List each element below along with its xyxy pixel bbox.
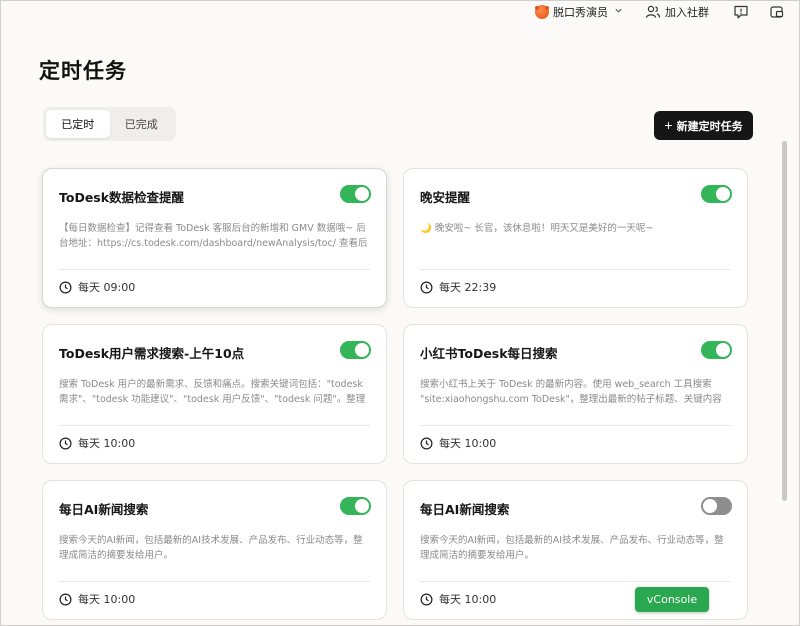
task-description: 搜索今天的AI新闻，包括最新的AI技术发展、产品发布、行业动态等，整理成简洁的摘… (59, 535, 363, 561)
join-community-button[interactable]: 加入社群 (645, 4, 709, 20)
task-card[interactable]: ToDesk数据检查提醒 【每日数据检查】记得查看 ToDesk 客服后台的新增… (42, 168, 387, 308)
task-schedule: 每天 10:00 (420, 591, 496, 607)
task-time: 每天 10:00 (439, 593, 497, 606)
user-name: 脱口秀演员 (553, 6, 608, 19)
app-window: 脱口秀演员 加入社群 定时任务 已定时 已完成 + 新建定时任务 ToDesk数… (0, 0, 800, 626)
scrollbar[interactable] (782, 141, 787, 501)
new-task-button[interactable]: + 新建定时任务 (654, 111, 753, 140)
vconsole-button[interactable]: vConsole (635, 587, 709, 612)
window-icon[interactable] (769, 4, 785, 20)
feedback-icon[interactable] (733, 4, 749, 20)
page-title: 定时任务 (39, 59, 127, 83)
clock-icon (59, 593, 72, 605)
tab-scheduled[interactable]: 已定时 (46, 110, 110, 138)
task-time: 每天 10:00 (439, 437, 497, 450)
clock-icon (420, 593, 433, 605)
task-card[interactable]: 晚安提醒 🌙 晚安啦~ 长官，该休息啦！明天又是美好的一天呢~ 每天 22:39 (403, 168, 748, 308)
tab-completed[interactable]: 已完成 (110, 110, 174, 138)
divider (420, 581, 731, 582)
task-schedule: 每天 22:39 (420, 279, 496, 295)
task-title: 每日AI新闻搜索 (59, 502, 149, 517)
divider (420, 425, 731, 426)
users-icon (645, 5, 661, 18)
task-schedule: 每天 10:00 (59, 591, 135, 607)
task-time: 每天 22:39 (439, 281, 497, 294)
plus-icon: + (664, 116, 673, 133)
task-description: 🌙 晚安啦~ 长官，该休息啦！明天又是美好的一天呢~ (420, 223, 654, 234)
chevron-down-icon (614, 6, 623, 18)
divider (420, 269, 731, 270)
clock-icon (420, 281, 433, 293)
new-task-label: 新建定时任务 (676, 120, 743, 133)
task-description: 搜索小红书上关于 ToDesk 的最新内容。使用 web_search 工具搜索… (420, 379, 722, 405)
task-card[interactable]: 每日AI新闻搜索 搜索今天的AI新闻，包括最新的AI技术发展、产品发布、行业动态… (42, 480, 387, 620)
task-description: 搜索 ToDesk 用户的最新需求、反馈和痛点。搜索关键词包括："todesk … (59, 379, 366, 405)
task-title: 晚安提醒 (420, 190, 471, 205)
task-title: ToDesk用户需求搜索-上午10点 (59, 346, 245, 361)
join-community-label: 加入社群 (665, 6, 709, 19)
task-time: 每天 10:00 (78, 593, 136, 606)
clock-icon (420, 437, 433, 449)
avatar (535, 5, 549, 19)
task-schedule: 每天 10:00 (420, 435, 496, 451)
task-card[interactable]: 小红书ToDesk每日搜索 搜索小红书上关于 ToDesk 的最新内容。使用 w… (403, 324, 748, 464)
top-bar: 脱口秀演员 加入社群 (1, 1, 799, 23)
user-menu[interactable]: 脱口秀演员 (535, 4, 623, 20)
clock-icon (59, 281, 72, 293)
task-toggle[interactable] (701, 341, 732, 359)
task-toggle[interactable] (701, 497, 732, 515)
task-toggle[interactable] (340, 341, 371, 359)
divider (59, 269, 370, 270)
task-time: 每天 10:00 (78, 437, 136, 450)
status-tabs: 已定时 已完成 (43, 107, 176, 141)
task-schedule: 每天 09:00 (59, 279, 135, 295)
task-toggle[interactable] (340, 497, 371, 515)
divider (59, 425, 370, 426)
task-toggle[interactable] (701, 185, 732, 203)
task-schedule: 每天 10:00 (59, 435, 135, 451)
task-time: 每天 09:00 (78, 281, 136, 294)
clock-icon (59, 437, 72, 449)
task-description: 搜索今天的AI新闻，包括最新的AI技术发展、产品发布、行业动态等，整理成简洁的摘… (420, 535, 724, 561)
task-card[interactable]: ToDesk用户需求搜索-上午10点 搜索 ToDesk 用户的最新需求、反馈和… (42, 324, 387, 464)
task-toggle[interactable] (340, 185, 371, 203)
task-description: 【每日数据检查】记得查看 ToDesk 客服后台的新增和 GMV 数据哦~ 后台… (59, 223, 368, 249)
divider (59, 581, 370, 582)
task-title: 每日AI新闻搜索 (420, 502, 510, 517)
task-title: ToDesk数据检查提醒 (59, 190, 185, 205)
task-title: 小红书ToDesk每日搜索 (420, 346, 558, 361)
